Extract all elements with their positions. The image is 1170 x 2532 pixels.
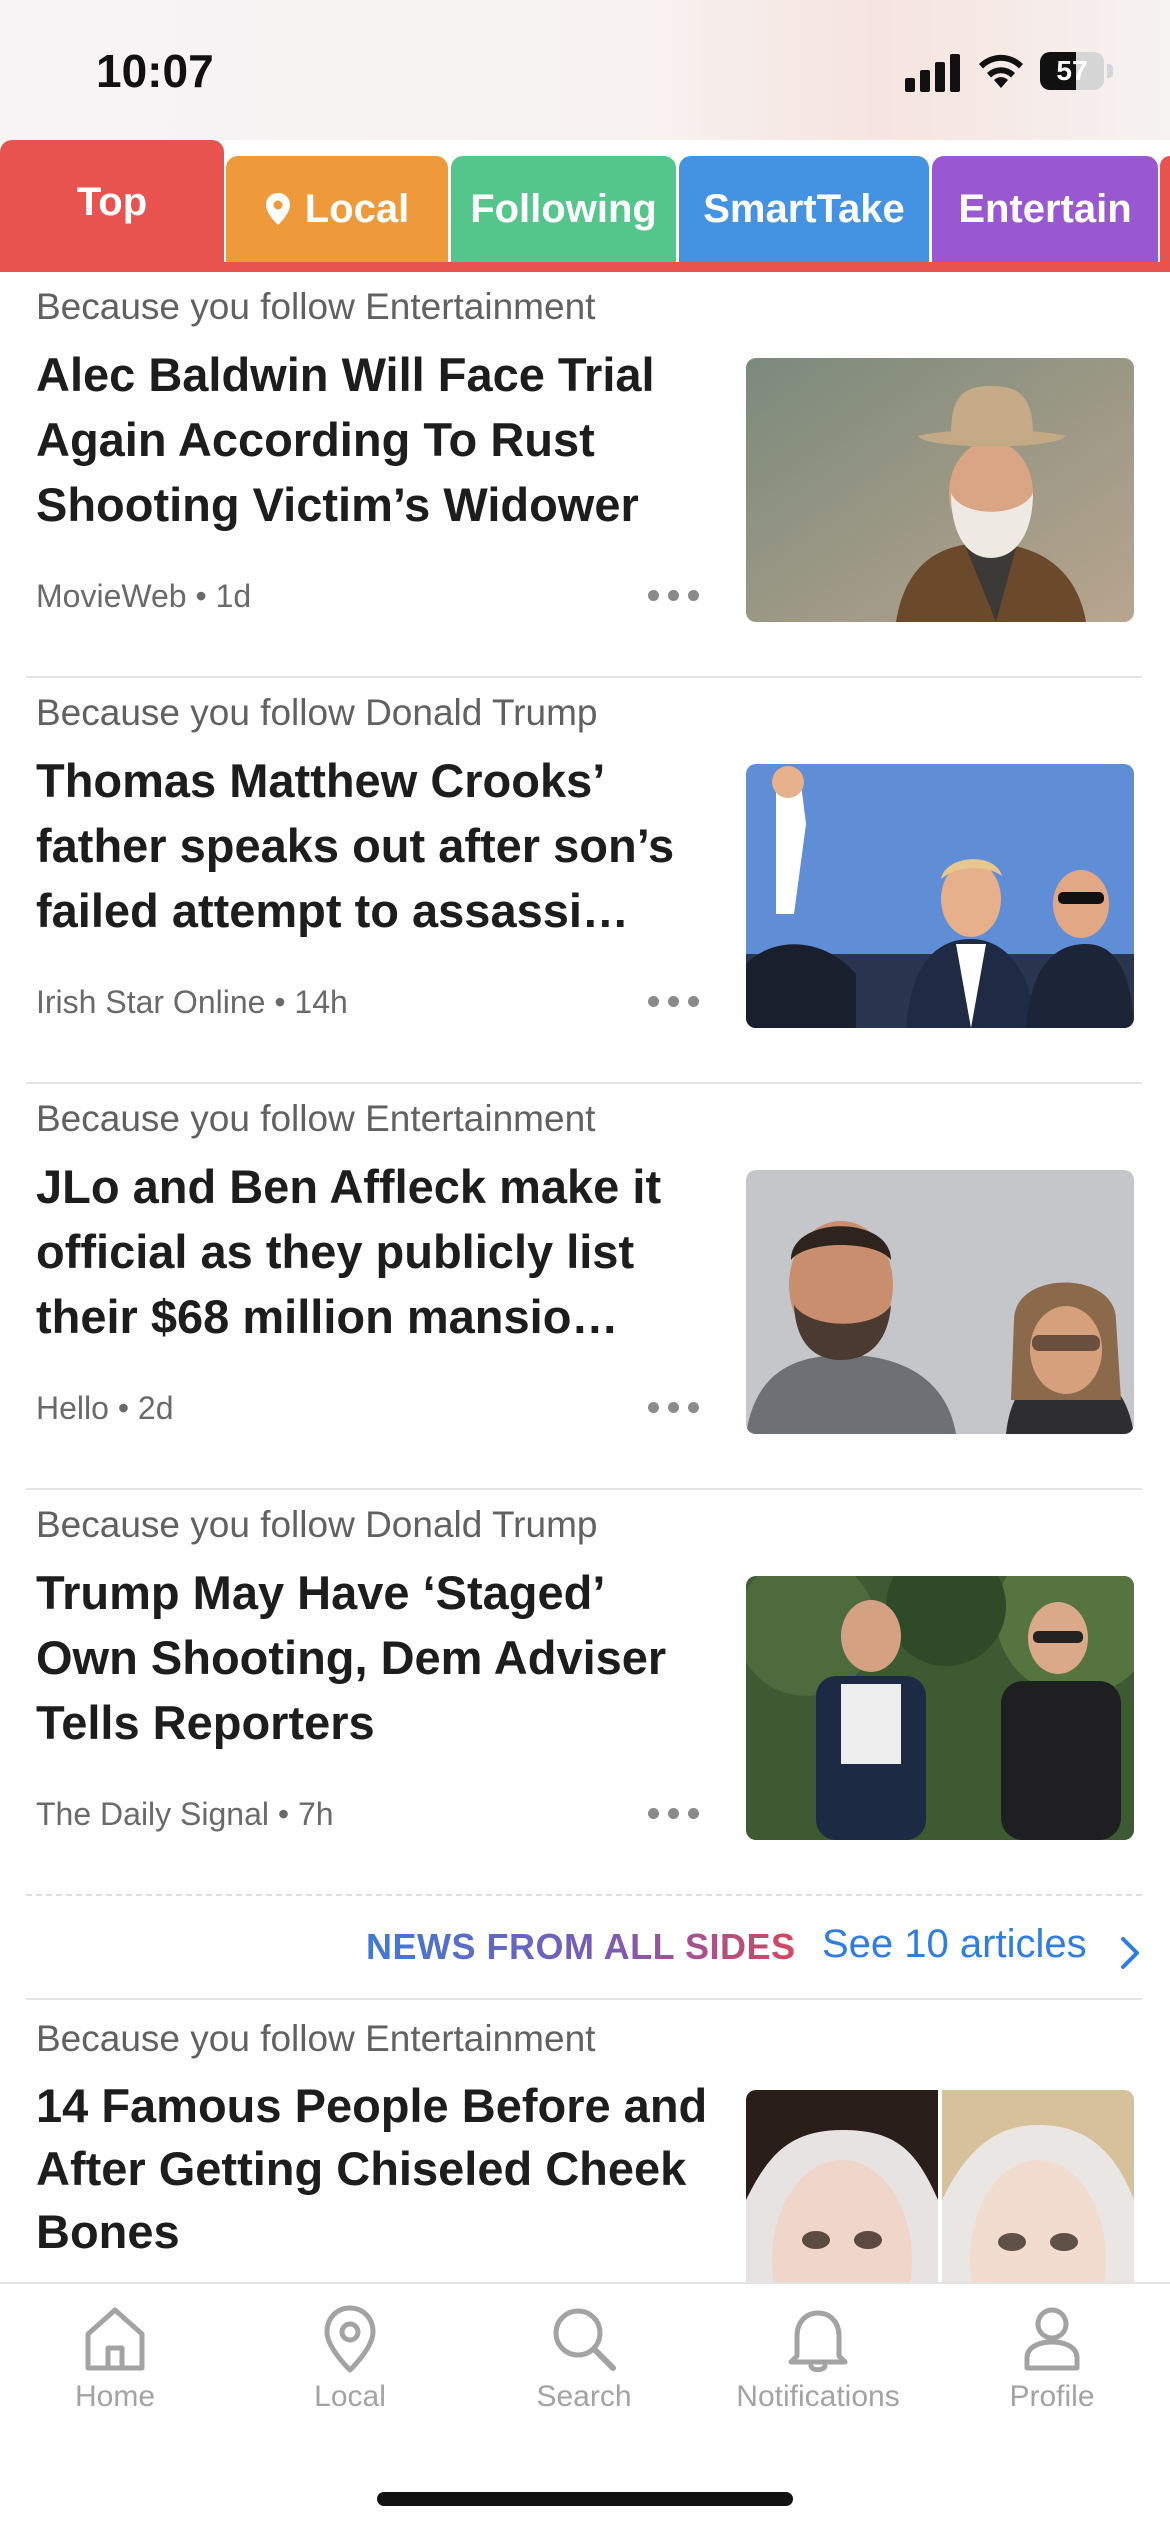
follow-reason: Because you follow Donald Trump — [36, 692, 598, 733]
article-age: 1d — [215, 578, 252, 614]
meta-separator: • — [277, 1796, 298, 1832]
news-app-screen: 10:07 57 Top Local Following SmartTake E… — [0, 0, 1170, 2532]
chevron-right-icon[interactable] — [1120, 1936, 1140, 1970]
article-age: 14h — [294, 984, 348, 1020]
tab-smarttake-label: SmartTake — [703, 186, 905, 231]
article-age: 2d — [137, 1390, 174, 1426]
tab-local-label: Local — [304, 186, 410, 231]
nav-profile[interactable]: Profile — [942, 2304, 1162, 2414]
tab-entertainment[interactable]: Entertain — [932, 156, 1158, 262]
article-thumbnail[interactable] — [746, 764, 1134, 1028]
nav-profile-label: Profile — [1009, 2380, 1095, 2413]
location-pin-icon — [265, 193, 290, 225]
article-meta: Irish Star Online • 14h — [36, 984, 348, 1021]
battery-icon: 57 — [1040, 52, 1114, 90]
battery-percentage: 57 — [1056, 55, 1088, 86]
tabs-underline-bar — [0, 262, 1170, 272]
article-headline[interactable]: Thomas Matthew Crooks’ father speaks out… — [36, 748, 716, 943]
news-feed: Because you follow Entertainment Alec Ba… — [0, 272, 1170, 2282]
more-options-icon[interactable] — [648, 588, 702, 602]
follow-reason: Because you follow Entertainment — [36, 2018, 596, 2059]
article-headline[interactable]: JLo and Ben Affleck make it official as … — [36, 1154, 716, 1349]
wifi-icon — [979, 54, 1023, 88]
nav-local[interactable]: Local — [240, 2304, 460, 2414]
tab-following[interactable]: Following — [451, 156, 676, 262]
section-divider — [26, 1998, 1142, 2000]
meta-separator: • — [274, 984, 295, 1020]
article-card[interactable]: Because you follow Donald Trump Thomas M… — [0, 678, 1170, 1084]
tab-following-label: Following — [470, 186, 657, 231]
article-source[interactable]: MovieWeb — [36, 578, 187, 614]
article-meta: Hello • 2d — [36, 1390, 174, 1427]
home-icon — [85, 2307, 145, 2371]
status-bar: 10:07 57 — [0, 0, 1170, 140]
tab-next-partial[interactable] — [1160, 156, 1170, 262]
nav-notifications[interactable]: Notifications — [708, 2304, 928, 2414]
article-source[interactable]: The Daily Signal — [36, 1796, 269, 1832]
article-card[interactable]: Because you follow Donald Trump Trump Ma… — [0, 1490, 1170, 1896]
see-articles-link[interactable]: See 10 articles — [822, 1922, 1087, 1967]
article-source[interactable]: Hello — [36, 1390, 109, 1426]
meta-separator: • — [117, 1390, 138, 1426]
nav-search[interactable]: Search — [474, 2304, 694, 2414]
tab-entertainment-label: Entertain — [958, 186, 1132, 231]
article-meta: The Daily Signal • 7h — [36, 1796, 334, 1833]
follow-reason: Because you follow Entertainment — [36, 1098, 596, 1139]
category-tabs: Top Local Following SmartTake Entertain — [0, 140, 1170, 272]
nav-home-label: Home — [74, 2380, 156, 2413]
article-thumbnail[interactable] — [746, 1576, 1134, 1840]
article-card[interactable]: Because you follow Entertainment 14 Famo… — [0, 2004, 1170, 2282]
cellular-signal-icon — [905, 52, 961, 92]
follow-reason: Because you follow Entertainment — [36, 286, 596, 327]
article-card[interactable]: Because you follow Entertainment JLo and… — [0, 1084, 1170, 1490]
article-thumbnail[interactable] — [746, 1170, 1134, 1434]
home-indicator — [377, 2492, 793, 2506]
nav-home[interactable]: Home — [5, 2304, 225, 2414]
nav-search-label: Search — [536, 2380, 632, 2413]
meta-separator: • — [195, 578, 216, 614]
tab-local[interactable]: Local — [226, 156, 448, 262]
more-options-icon[interactable] — [648, 1400, 702, 1414]
article-headline[interactable]: Trump May Have ‘Staged’ Own Shooting, De… — [36, 1560, 716, 1755]
more-options-icon[interactable] — [648, 994, 702, 1008]
article-thumbnail[interactable] — [746, 2090, 1134, 2282]
search-icon — [553, 2308, 616, 2371]
nav-local-label: Local — [314, 2380, 386, 2413]
article-source[interactable]: Irish Star Online — [36, 984, 265, 1020]
tab-smarttake[interactable]: SmartTake — [679, 156, 929, 262]
news-from-all-sides-row[interactable]: NEWS FROM ALL SIDES See 10 articles — [0, 1896, 1170, 2000]
location-pin-icon — [324, 2305, 376, 2373]
article-headline[interactable]: Alec Baldwin Will Face Trial Again Accor… — [36, 342, 716, 537]
article-headline[interactable]: 14 Famous People Before and After Gettin… — [36, 2074, 716, 2263]
status-time: 10:07 — [96, 45, 214, 97]
article-age: 7h — [297, 1796, 334, 1832]
news-from-all-sides-label: NEWS FROM ALL SIDES — [366, 1926, 796, 1967]
more-options-icon[interactable] — [648, 1806, 702, 1820]
article-card[interactable]: Because you follow Entertainment Alec Ba… — [0, 272, 1170, 678]
article-thumbnail[interactable] — [746, 358, 1134, 622]
follow-reason: Because you follow Donald Trump — [36, 1504, 598, 1545]
person-icon — [1024, 2307, 1080, 2371]
nav-notifications-label: Notifications — [736, 2380, 900, 2413]
article-meta: MovieWeb • 1d — [36, 578, 251, 615]
bell-icon — [788, 2310, 848, 2373]
tab-top-label: Top — [76, 180, 148, 224]
tab-top[interactable]: Top — [0, 140, 224, 262]
